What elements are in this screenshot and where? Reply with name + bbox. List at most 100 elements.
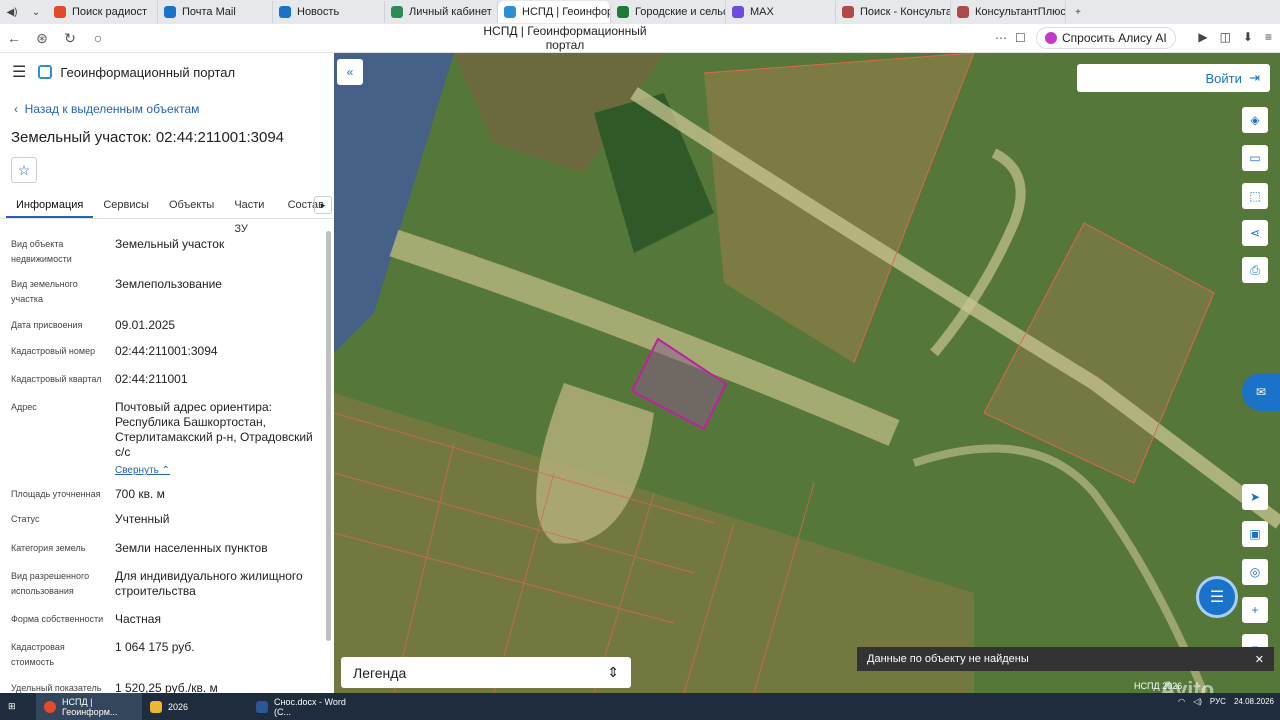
share-icon: ⋖ — [1249, 226, 1261, 240]
tabs-menu-icon[interactable]: ⌄ — [24, 0, 48, 24]
chat-bubble-icon: ✉ — [1255, 385, 1267, 399]
print-button[interactable]: ⎙ — [1242, 257, 1268, 283]
chevron-up-icon: ⌃ — [161, 465, 171, 476]
layers-icon: ◈ — [1250, 113, 1260, 127]
chat-button[interactable]: ☰ — [1196, 576, 1238, 618]
chat-icon: ☰ — [1209, 589, 1225, 606]
yandex-browser-icon — [44, 700, 56, 713]
reload-icon[interactable]: ↻ — [56, 30, 84, 47]
max-favicon-icon — [732, 6, 744, 18]
map-view[interactable]: « Войти ⇥ ◈ ▭ ⬚ ⋖ ⎙ ✉ ➤ ▣ ◎ + − ☰ Легенд… — [334, 53, 1280, 693]
taskbar-folder[interactable]: 2026 — [142, 693, 248, 720]
menu-icon[interactable]: ≡ — [1265, 30, 1272, 44]
assistant-button[interactable]: ✉ — [1242, 373, 1280, 411]
cabinet-favicon-icon — [391, 6, 403, 18]
cities-favicon-icon — [617, 6, 629, 18]
login-icon: ⇥ — [1249, 70, 1260, 85]
portal-logo-icon — [38, 65, 53, 79]
chevron-left-icon: ‹ — [14, 102, 25, 116]
back-icon[interactable]: ← — [0, 30, 28, 46]
measure-button[interactable]: ▭ — [1242, 145, 1268, 171]
close-icon[interactable]: ✕ — [1255, 653, 1264, 666]
select-icon: ⬚ — [1249, 189, 1261, 203]
more-icon[interactable]: ⋯ — [995, 31, 1007, 45]
address-bar: ← ⊛ ↻ ○ НСПД | Геоинформационный портал … — [0, 24, 1280, 53]
tab-max[interactable]: MAX — [726, 1, 836, 23]
taskbar-word[interactable]: Снос.docx - Word (С... — [248, 693, 354, 720]
mail-favicon-icon — [164, 6, 176, 18]
share-button[interactable]: ⋖ — [1242, 220, 1268, 246]
audio-icon[interactable]: ◀) — [0, 0, 24, 24]
shield-icon: ○ — [93, 30, 103, 46]
tab-parts[interactable]: Части ЗУ — [224, 193, 277, 235]
tab-cities[interactable]: Городские и сельск — [611, 1, 726, 23]
minimap-button[interactable]: ▣ — [1242, 521, 1268, 547]
sort-arrows-icon: ⇕ — [607, 664, 619, 680]
tab-nspd[interactable]: НСПД | Геоинфор — [498, 1, 611, 23]
select-area-button[interactable]: ⬚ — [1242, 183, 1268, 209]
minimap-icon: ▣ — [1249, 527, 1261, 541]
bookmark-icon[interactable]: ☐ — [1015, 31, 1026, 45]
layers-button[interactable]: ◈ — [1242, 107, 1268, 133]
tab-info[interactable]: Информация — [6, 193, 94, 218]
ruler-icon: ▭ — [1249, 151, 1261, 165]
alisa-icon — [1045, 32, 1057, 44]
tab-services[interactable]: Сервисы — [93, 193, 159, 218]
yandex-favicon-icon — [54, 6, 66, 18]
page-title[interactable]: НСПД | Геоинформационный портал — [470, 24, 660, 52]
legend-select[interactable]: Легенда ⇕ — [341, 657, 631, 688]
network-icon[interactable]: ◠ — [1178, 697, 1185, 706]
satellite-map — [334, 53, 1280, 693]
print-icon: ⎙ — [1250, 262, 1260, 277]
volume-icon[interactable]: ◁) — [1193, 697, 1202, 706]
folder-icon — [150, 700, 162, 713]
screenshot-icon[interactable]: ◫ — [1220, 30, 1231, 44]
start-icon[interactable]: ⊞ — [0, 693, 36, 720]
nspd-favicon-icon — [504, 6, 516, 18]
collapse-panel-button[interactable]: « — [337, 59, 363, 85]
portal-title: Геоинформационный портал — [60, 64, 236, 80]
panel-tabs: Информация Сервисы Объекты Части ЗУ Сост… — [0, 193, 334, 235]
geolocation-button[interactable]: ➤ — [1242, 484, 1268, 510]
taskbar: ⊞ НСПД | Геоинформ... 2026 Снос.docx - W… — [0, 693, 1280, 720]
yandex-icon[interactable]: ⊛ — [28, 30, 56, 47]
tab-search-radio[interactable]: Поиск радиост — [48, 1, 158, 23]
alisa-button[interactable]: Спросить Алису AI — [1036, 27, 1176, 49]
not-found-toast: Данные по объекту не найдены ✕ — [857, 647, 1274, 671]
panel-scrollbar[interactable] — [326, 231, 331, 641]
login-button[interactable]: Войти ⇥ — [1077, 64, 1270, 92]
object-panel: ☰ Геоинформационный портал ‹ Назад к выд… — [0, 53, 334, 693]
tab-mail[interactable]: Почта Mail — [158, 1, 273, 23]
hamburger-icon[interactable]: ☰ — [12, 62, 26, 82]
browser-tab-bar: ◀) ⌄ Поиск радиост Почта Mail Новость Ли… — [0, 0, 1280, 24]
tab-cabinet[interactable]: Личный кабинет — [385, 1, 498, 23]
plus-icon: + — [1251, 603, 1259, 617]
language-indicator[interactable]: РУС — [1210, 697, 1226, 706]
collapse-link[interactable]: Свернуть ⌃ — [115, 463, 315, 478]
consultant-favicon-icon — [842, 6, 854, 18]
word-icon — [256, 700, 268, 713]
consultant-plus-favicon-icon — [957, 6, 969, 18]
locate-button[interactable]: ◎ — [1242, 559, 1268, 585]
star-icon: ☆ — [17, 161, 31, 178]
news-favicon-icon — [279, 6, 291, 18]
back-to-selection-link[interactable]: ‹ Назад к выделенным объектам — [14, 102, 199, 116]
tab-consultant-search[interactable]: Поиск - Консультант — [836, 1, 951, 23]
double-chevron-left-icon: « — [346, 65, 354, 79]
favorite-star-button[interactable]: ☆ — [11, 157, 37, 183]
browser-toolbar-icons: ▶ ◫ ⬇ ≡ — [1198, 30, 1272, 44]
tab-objects[interactable]: Объекты — [159, 193, 224, 218]
taskbar-browser[interactable]: НСПД | Геоинформ... — [36, 693, 142, 720]
tab-consultant-plus[interactable]: КонсультантПлюс Кр — [951, 1, 1066, 23]
play-icon[interactable]: ▶ — [1198, 30, 1207, 44]
panel-header: ☰ Геоинформационный портал — [0, 53, 334, 91]
zoom-in-button[interactable]: + — [1242, 597, 1268, 623]
navigation-arrow-icon: ➤ — [1249, 490, 1261, 504]
downloads-icon[interactable]: ⬇ — [1243, 30, 1253, 44]
object-title: Земельный участок: 02:44:211001:3094 — [11, 129, 285, 146]
tab-news[interactable]: Новость — [273, 1, 385, 23]
system-tray: ◠ ◁) РУС 24.08.2026 — [1178, 697, 1274, 706]
tabs-scroll-right-icon[interactable]: ▸ — [314, 196, 332, 214]
new-tab-button[interactable]: + — [1066, 0, 1090, 24]
clock-date[interactable]: 24.08.2026 — [1234, 697, 1274, 706]
